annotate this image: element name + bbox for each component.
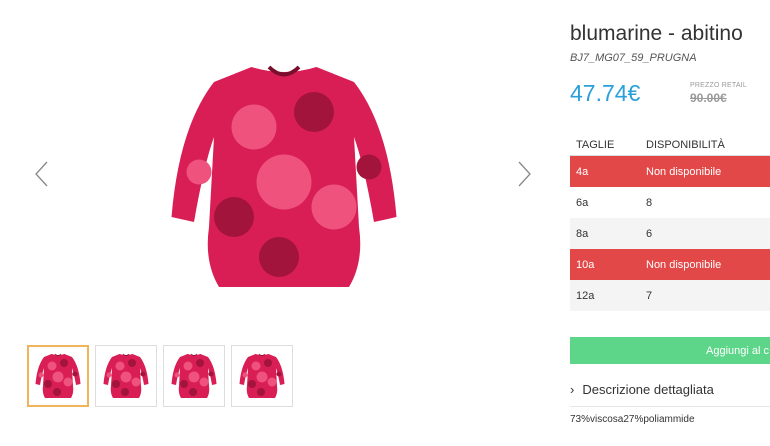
size-row-8a[interactable]: 8a 6 (570, 218, 770, 249)
product-info: blumarine - abitino BJ7_MG07_59_PRUGNA 4… (570, 0, 770, 446)
size-label: 6a (576, 196, 589, 209)
size-row-4a[interactable]: 4a Non disponibile (570, 156, 770, 187)
product-price: 47.74€ (570, 80, 641, 106)
availability-value: 6 (646, 227, 653, 240)
availability-value: Non disponibile (646, 165, 722, 178)
product-main-image[interactable] (150, 52, 418, 302)
divider (570, 406, 770, 407)
thumbnail-2[interactable] (95, 345, 157, 407)
product-sku: BJ7_MG07_59_PRUGNA (570, 52, 697, 64)
description-toggle[interactable]: › Descrizione dettagliata (570, 382, 714, 397)
availability-column-header: DISPONIBILITÀ (646, 139, 725, 151)
size-row-10a[interactable]: 10a Non disponibile (570, 249, 770, 280)
product-composition: 73%viscosa27%poliammide (570, 414, 695, 425)
size-label: 8a (576, 227, 589, 240)
availability-value: 8 (646, 196, 653, 209)
thumbnail-strip (27, 345, 293, 407)
description-toggle-label: Descrizione dettagliata (582, 382, 714, 397)
thumbnail-4[interactable] (231, 345, 293, 407)
gallery-next-button[interactable] (512, 160, 536, 188)
chevron-right-small-icon: › (570, 382, 575, 397)
size-label: 12a (576, 289, 595, 302)
availability-value: 7 (646, 289, 653, 302)
gallery-prev-button[interactable] (30, 160, 54, 188)
chevron-right-icon (518, 161, 531, 187)
size-row-6a[interactable]: 6a 8 (570, 187, 770, 218)
thumbnail-1[interactable] (27, 345, 89, 407)
product-title: blumarine - abitino (570, 22, 743, 45)
retail-price-label: PREZZO RETAIL (690, 82, 747, 89)
product-gallery (0, 0, 560, 446)
sizes-table: TAGLIE DISPONIBILITÀ 4a Non disponibile … (570, 135, 770, 311)
add-to-cart-button[interactable]: Aggiungi al c (570, 337, 770, 364)
size-column-header: TAGLIE (576, 139, 615, 151)
size-row-12a[interactable]: 12a 7 (570, 280, 770, 311)
thumbnail-3[interactable] (163, 345, 225, 407)
retail-price: 90.00€ (690, 91, 727, 105)
size-label: 10a (576, 258, 595, 271)
availability-value: Non disponibile (646, 258, 722, 271)
chevron-left-icon (35, 161, 48, 187)
size-label: 4a (576, 165, 589, 178)
sizes-table-header: TAGLIE DISPONIBILITÀ (570, 135, 770, 156)
